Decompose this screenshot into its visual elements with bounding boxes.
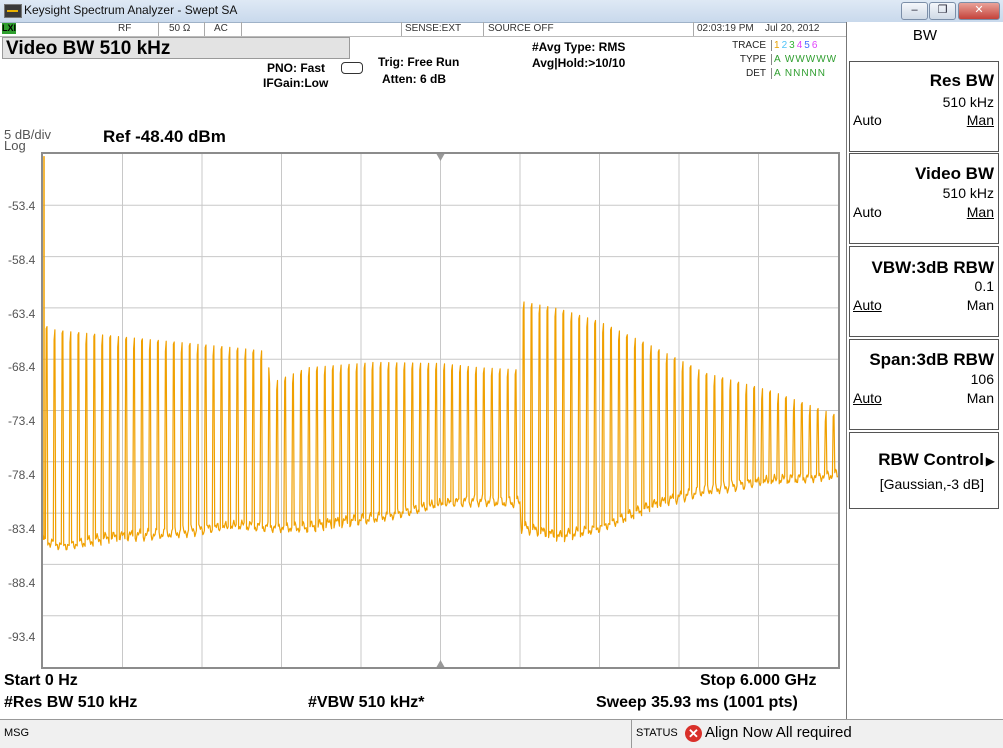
vbw-rbw-softkey[interactable]: VBW:3dB RBW 0.1 Auto Man [849, 246, 999, 337]
softkey-panel: BW Res BW 510 kHz Auto Man Video BW 510 … [846, 22, 1003, 719]
active-function-title: Video BW 510 kHz [2, 37, 350, 59]
res-bw-readout: #Res BW 510 kHz [4, 694, 138, 711]
avg-hold: Avg|Hold:>10/10 [532, 56, 626, 70]
sense-indicator: SENSE:EXT [405, 23, 462, 34]
y-tick-label: -73.4 [8, 414, 36, 429]
rbw-control-softkey[interactable]: RBW Control ▶ [Gaussian,-3 dB] [849, 432, 999, 509]
det-values: A NNNNN [771, 68, 826, 79]
y-tick-label: -83.4 [8, 521, 36, 536]
span-rbw-softkey[interactable]: Span:3dB RBW 106 Auto Man [849, 339, 999, 430]
ifgain-setting: IFGain:Low [263, 76, 329, 90]
trace-number: 6 [811, 40, 819, 51]
y-tick-label: -78.4 [8, 468, 36, 483]
trace-number: 3 [789, 40, 796, 51]
trace-numbers: 123456 [771, 40, 819, 51]
type-label: TYPE [739, 54, 766, 65]
minimize-icon[interactable]: – [901, 2, 928, 20]
y-tick-label: -58.4 [8, 252, 36, 267]
vbw-rbw-auto: Auto [853, 297, 882, 313]
y-tick-label: -68.4 [8, 360, 36, 375]
video-bw-softkey[interactable]: Video BW 510 kHz Auto Man [849, 153, 999, 244]
close-icon[interactable]: ✕ [958, 2, 1000, 20]
vbw-rbw-man: Man [966, 297, 994, 313]
status-label: STATUS [636, 727, 678, 739]
video-bw-value: 510 kHz [942, 185, 994, 201]
vbw-readout: #VBW 510 kHz* [308, 694, 425, 711]
trace-number: 4 [796, 40, 804, 51]
source-indicator: SOURCE OFF [488, 23, 554, 34]
span-rbw-auto: Auto [853, 390, 882, 406]
video-bw-auto: Auto [853, 204, 882, 220]
trace-number: 1 [774, 40, 781, 51]
trigger-setting: Trig: Free Run [378, 55, 460, 69]
impedance-indicator: 50 Ω [169, 23, 191, 34]
rbw-control-title: RBW Control [878, 450, 984, 469]
sweep-readout: Sweep 35.93 ms (1001 pts) [596, 694, 798, 711]
restore-icon[interactable]: ❐ [929, 2, 956, 20]
start-frequency: Start 0 Hz [4, 672, 78, 689]
submenu-arrow-icon: ▶ [985, 454, 995, 468]
ref-level: Ref -48.40 dBm [103, 127, 226, 146]
lxi-badge: LXI [2, 23, 17, 34]
window-title: Keysight Spectrum Analyzer - Swept SA [24, 3, 238, 17]
y-tick-label: -88.4 [8, 575, 36, 590]
trace-number: 5 [804, 40, 811, 51]
stop-frequency: Stop 6.000 GHz [700, 672, 817, 689]
y-tick-label: -53.4 [8, 198, 36, 213]
y-tick-label: -63.4 [8, 306, 36, 321]
pno-icon [341, 62, 363, 74]
res-bw-title: Res BW [929, 71, 994, 90]
res-bw-auto: Auto [853, 112, 882, 128]
msg-label: MSG [4, 727, 30, 739]
clock-time: 02:03:19 PM [697, 23, 754, 34]
clock-date: Jul 20, 2012 [765, 23, 820, 34]
title-bar: Keysight Spectrum Analyzer - Swept SA – … [0, 0, 1003, 23]
type-values: A WWWWW [771, 54, 837, 65]
vbw-rbw-value: 0.1 [974, 278, 994, 294]
y-tick-label: -93.4 [8, 629, 36, 644]
spectrum-display[interactable] [41, 152, 840, 669]
res-bw-value: 510 kHz [942, 94, 994, 110]
scale-readout: 5 dB/div Log [4, 128, 51, 152]
span-rbw-man: Man [966, 390, 994, 406]
status-message: Align Now All required [705, 724, 852, 741]
rbw-control-value: [Gaussian,-3 dB] [879, 476, 984, 492]
atten-setting: Atten: 6 dB [382, 72, 446, 86]
res-bw-softkey[interactable]: Res BW 510 kHz Auto Man [849, 61, 999, 152]
message-bar: MSG STATUS Align Now All required [0, 719, 1003, 748]
spectrum-plot [43, 154, 838, 667]
avg-type: #Avg Type: RMS [532, 40, 626, 54]
rf-indicator: RF [118, 23, 132, 34]
menu-title: BW [912, 27, 938, 44]
center-marker-bottom [436, 660, 445, 667]
error-icon: ✕ [685, 725, 702, 742]
vbw-rbw-title: VBW:3dB RBW [871, 258, 994, 277]
coupling-indicator: AC [214, 23, 228, 34]
video-bw-man: Man [966, 204, 994, 220]
span-rbw-value: 106 [970, 371, 994, 387]
span-rbw-title: Span:3dB RBW [869, 350, 994, 369]
app-icon [4, 4, 22, 18]
res-bw-man: Man [966, 112, 994, 128]
video-bw-title: Video BW [914, 164, 994, 183]
trace-label: TRACE [732, 40, 766, 51]
pno-setting: PNO: Fast [267, 61, 326, 75]
trace-number: 2 [781, 40, 789, 51]
status-row: LXI RF 50 Ω AC SENSE:EXT SOURCE OFF 02:0… [0, 22, 846, 37]
center-marker-top [436, 154, 445, 161]
det-label: DET [746, 68, 766, 79]
